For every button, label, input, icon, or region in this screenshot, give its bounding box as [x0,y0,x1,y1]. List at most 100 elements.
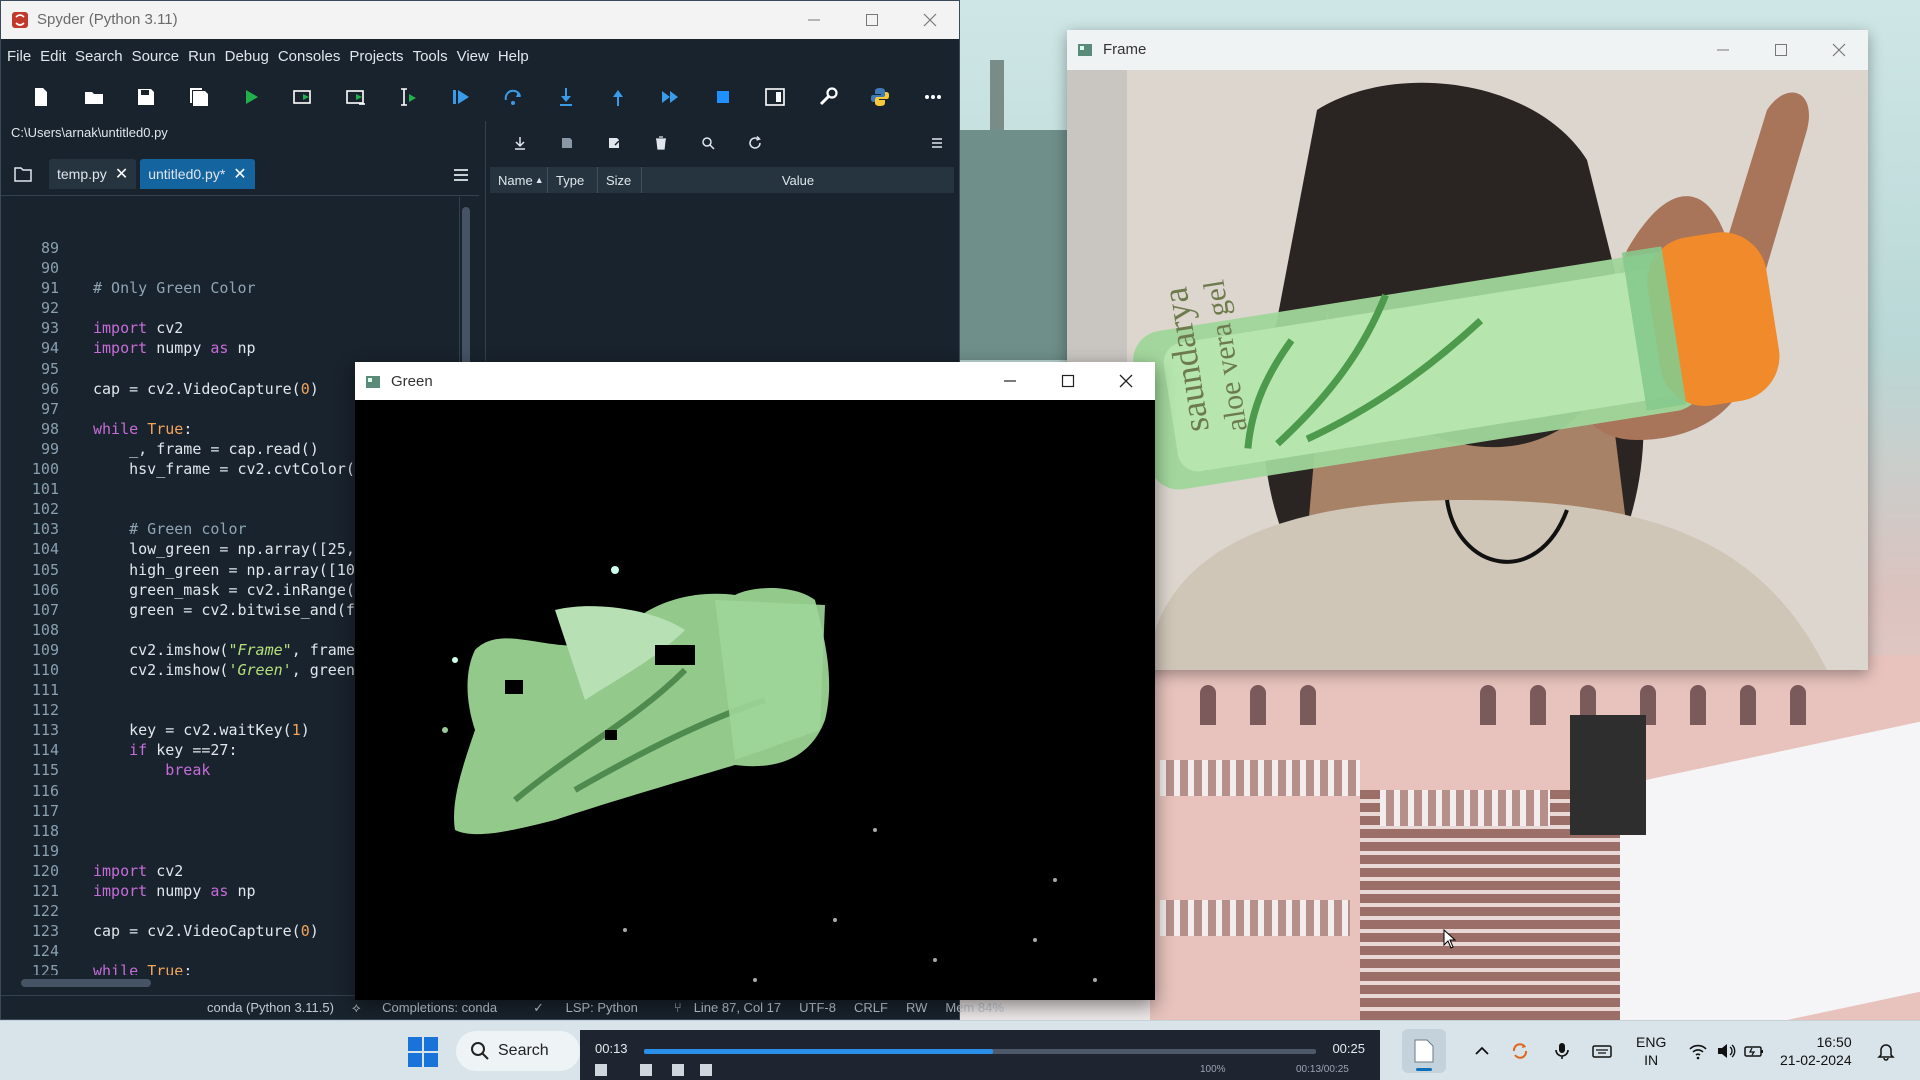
status-lsp: ✓ LSP: Python [533,999,638,1015]
wifi-tray-button[interactable] [1686,1039,1710,1063]
maximize-button[interactable] [843,1,901,39]
close-button[interactable] [901,1,959,39]
run-file-button[interactable] [225,77,277,117]
close-button[interactable] [1097,362,1155,400]
run-selection-button[interactable] [382,77,434,117]
step-into-button[interactable] [539,77,591,117]
minimize-button[interactable] [1694,30,1752,70]
title-bar[interactable]: Green [355,362,1155,400]
menu-file[interactable]: File [7,48,31,65]
pane-options-button[interactable] [913,136,960,150]
menu-projects[interactable]: Projects [349,48,403,65]
run-cell-advance-button[interactable] [330,77,382,117]
menu-help[interactable]: Help [498,48,529,65]
preferences-button[interactable] [802,77,854,117]
frame-window: Frame saundarya aloe vera gel [1067,30,1868,670]
notifications-button[interactable] [1874,1039,1898,1063]
close-tab-icon[interactable]: ✕ [233,164,246,184]
stop-debug-button[interactable] [697,77,749,117]
wallpaper-window [1250,685,1266,725]
step-button[interactable] [487,77,539,117]
status-environment[interactable]: conda (Python 3.11.5) [207,1000,334,1015]
pause-icon[interactable] [595,1064,607,1076]
maximize-button[interactable] [1039,362,1097,400]
system-clock[interactable]: 16:50 21-02-2024 [1780,1033,1852,1069]
keyboard-tray-button[interactable] [1590,1039,1614,1063]
save-all-button[interactable] [172,77,224,117]
menu-search[interactable]: Search [75,48,123,65]
close-tab-icon[interactable]: ✕ [115,164,128,184]
new-file-button[interactable] [15,77,67,117]
column-header-name[interactable]: Name ▲ [490,167,548,193]
minimize-button[interactable] [785,1,843,39]
code-line[interactable] [93,258,473,278]
taskbar-search-box[interactable]: Search [456,1031,580,1071]
menu-debug[interactable]: Debug [225,48,269,65]
open-file-button[interactable] [67,77,119,117]
media-seek-bar[interactable] [644,1049,1316,1054]
menu-tools[interactable]: Tools [413,48,448,65]
debug-file-button[interactable] [435,77,487,117]
column-header-type[interactable]: Type [548,167,598,193]
tab-untitled0-py[interactable]: untitled0.py* ✕ [140,159,255,189]
windows-start-icon[interactable] [406,1035,440,1069]
line-number: 124 [31,942,59,961]
hamburger-menu-icon[interactable] [451,165,471,185]
title-bar[interactable]: Frame [1067,30,1868,70]
search-variables-button[interactable] [684,136,731,150]
close-icon [1119,374,1133,388]
run-cell-button[interactable] [277,77,329,117]
save-data-as-button[interactable] [590,136,637,150]
language-indicator[interactable]: ENG IN [1636,1033,1666,1069]
pythonpath-button[interactable] [854,77,906,117]
close-button[interactable] [1810,30,1868,70]
code-line[interactable]: import numpy as np [93,338,473,358]
continue-button[interactable] [644,77,696,117]
skip-back-icon[interactable] [640,1064,652,1076]
stop-icon[interactable] [672,1064,684,1076]
wrench-icon [819,87,838,106]
remove-all-variables-button[interactable] [637,136,684,150]
file-app-icon [1414,1039,1434,1063]
show-hidden-icons-button[interactable] [1470,1039,1494,1063]
line-number: 92 [40,299,59,318]
taskbar-active-app[interactable] [1402,1029,1446,1073]
save-data-button[interactable] [543,136,590,150]
minimize-button[interactable] [981,362,1039,400]
maximize-button[interactable] [1752,30,1810,70]
step-over-icon [504,89,522,105]
maximize-pane-button[interactable] [749,77,801,117]
menu-run[interactable]: Run [188,48,216,65]
volume-tray-button[interactable] [1714,1039,1738,1063]
browse-tabs-button[interactable] [1,157,45,191]
skip-forward-icon[interactable] [700,1064,712,1076]
save-button[interactable] [120,77,172,117]
code-line[interactable]: # Only Green Color [93,278,473,298]
menu-consoles[interactable]: Consoles [278,48,341,65]
maximize-icon [1775,44,1787,56]
more-options-button[interactable] [906,77,958,117]
step-return-button[interactable] [592,77,644,117]
import-data-button[interactable] [496,136,543,150]
column-header-size[interactable]: Size [598,167,642,193]
microphone-tray-button[interactable] [1550,1039,1574,1063]
code-line[interactable] [93,238,473,258]
column-header-value[interactable]: Value [642,167,954,193]
scrollbar-thumb[interactable] [21,979,151,987]
maximize-icon [1061,374,1075,388]
sync-tray-button[interactable] [1508,1039,1532,1063]
line-number: 99 [40,439,59,458]
run-selection-icon [401,88,417,106]
code-line[interactable]: import cv2 [93,318,473,338]
menu-view[interactable]: View [457,48,489,65]
code-line[interactable] [93,298,473,318]
tab-temp-py[interactable]: temp.py ✕ [49,159,137,189]
menu-source[interactable]: Source [132,48,180,65]
line-number: 106 [31,580,59,599]
menu-edit[interactable]: Edit [40,48,66,65]
title-bar[interactable]: Spyder (Python 3.11) [1,1,959,39]
refresh-variables-button[interactable] [731,136,778,150]
sort-ascending-icon: ▲ [534,175,544,185]
battery-tray-button[interactable] [1742,1039,1766,1063]
run-cell-icon [293,90,312,104]
